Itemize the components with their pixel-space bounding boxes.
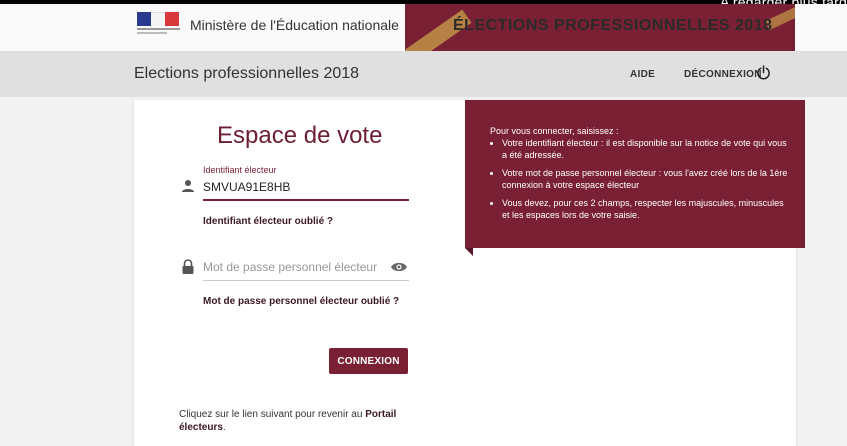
instruction-item: Vous devez, pour ces 2 champs, respecter…	[502, 197, 792, 221]
page-title: Espace de vote	[217, 122, 383, 149]
forgot-voter-id-link[interactable]: Identifiant électeur oublié ?	[203, 216, 333, 227]
portal-return-text: Cliquez sur le lien suivant pour revenir…	[179, 408, 419, 434]
portal-return-suffix: .	[222, 422, 226, 433]
ministry-header: Ministère de l'Éducation nationale ÉLECT…	[0, 4, 847, 51]
instruction-item: Votre identifiant électeur : il est disp…	[502, 137, 792, 161]
forgot-password-link[interactable]: Mot de passe personnel électeur oublié ?	[203, 296, 399, 307]
voter-id-label: Identifiant électeur	[203, 165, 277, 175]
eye-icon[interactable]	[390, 261, 408, 273]
login-instructions-panel: Pour vous connecter, saisissez : Votre i…	[465, 100, 805, 256]
voter-id-underline	[203, 199, 409, 201]
user-icon	[182, 180, 194, 192]
lock-icon	[182, 259, 194, 274]
instruction-item: Votre mot de passe personnel électeur : …	[502, 167, 792, 191]
portal-return-prefix: Cliquez sur le lien suivant pour revenir…	[179, 409, 363, 420]
voter-id-input[interactable]: SMVUA91E8HB	[203, 180, 290, 194]
app-bar: Elections professionnelles 2018 AIDE DÉC…	[0, 51, 847, 97]
help-link[interactable]: AIDE	[630, 69, 655, 80]
instructions-list: Votre identifiant électeur : il est disp…	[490, 137, 792, 227]
ministry-name: Ministère de l'Éducation nationale	[190, 17, 399, 33]
banner-title: ÉLECTIONS PROFESSIONNELLES 2018	[453, 17, 773, 34]
instructions-intro: Pour vous connecter, saisissez :	[490, 126, 619, 136]
password-underline	[203, 280, 409, 281]
power-icon[interactable]	[756, 65, 771, 80]
elections-banner: ÉLECTIONS PROFESSIONNELLES 2018	[405, 4, 795, 51]
connect-button[interactable]: CONNEXION	[329, 348, 408, 374]
panel-fold	[465, 248, 473, 256]
password-input[interactable]: Mot de passe personnel électeur	[203, 260, 377, 274]
logout-link[interactable]: DÉCONNEXION	[684, 69, 762, 80]
app-title: Elections professionnelles 2018	[134, 65, 360, 82]
republique-francaise-logo	[137, 12, 180, 38]
